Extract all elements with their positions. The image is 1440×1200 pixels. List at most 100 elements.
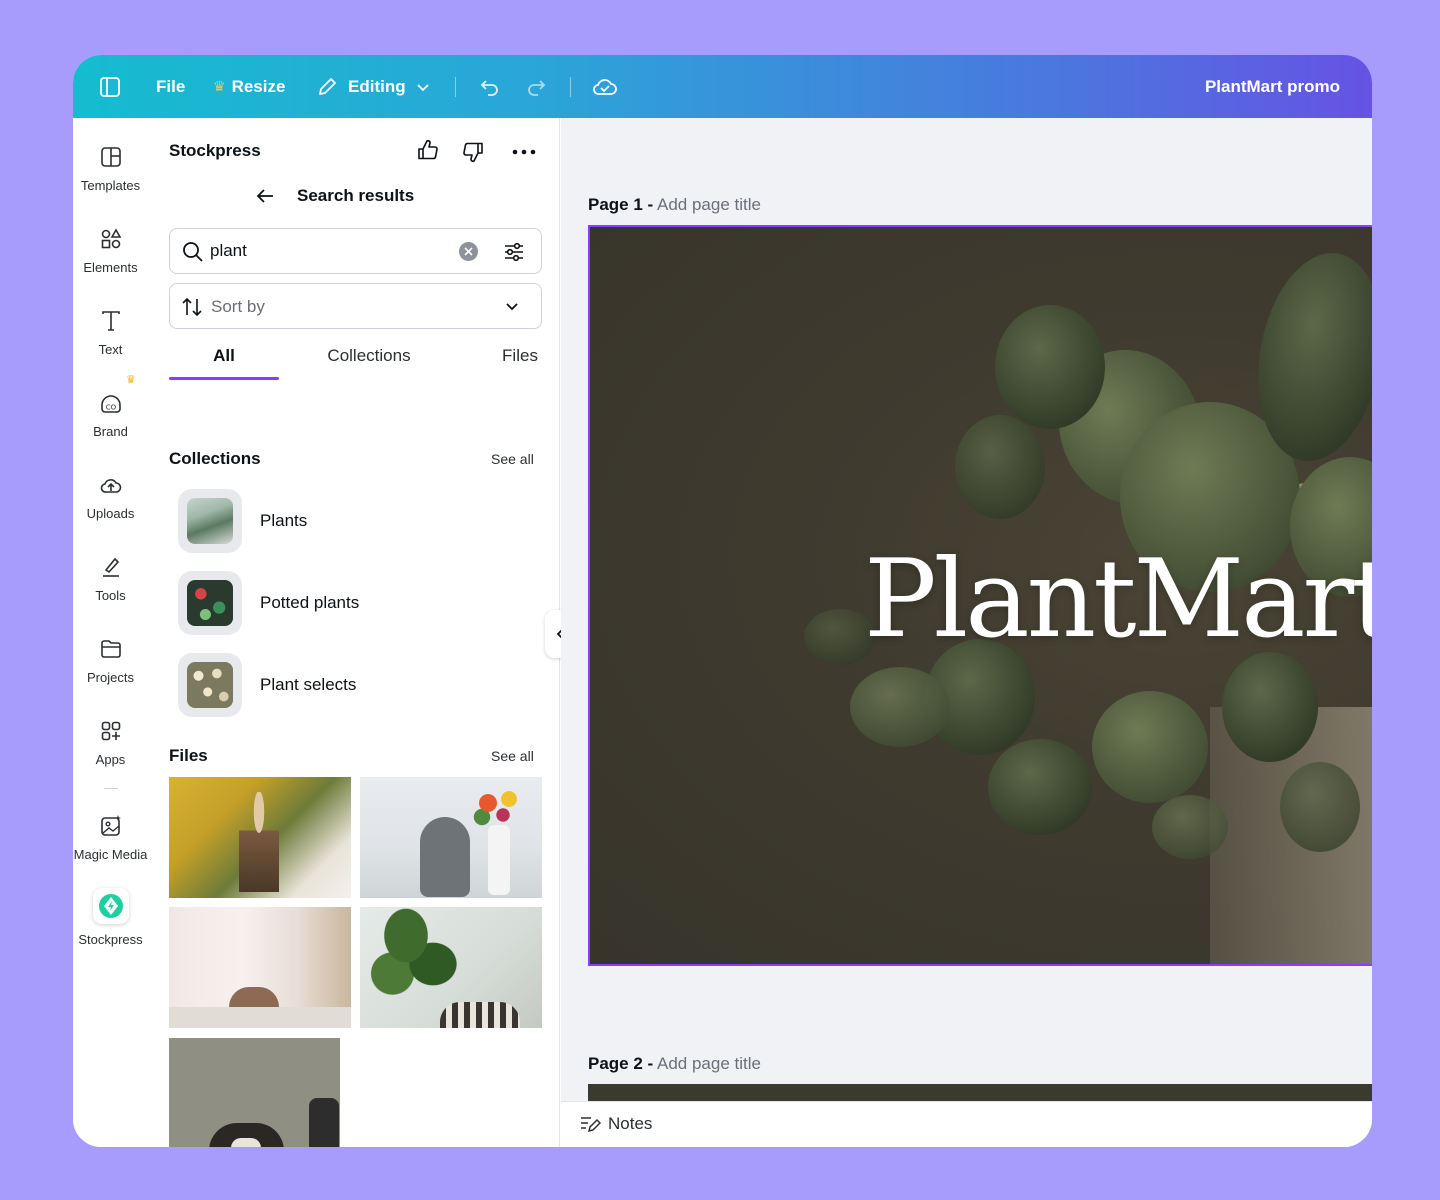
file-menu-label: File (156, 76, 186, 96)
app-window: File ♛ Resize Editing PlantMart promo Te… (73, 55, 1372, 1147)
collection-item[interactable]: Plants (178, 489, 538, 553)
divider (104, 788, 118, 789)
more-horizontal-icon (512, 149, 536, 155)
close-icon (464, 247, 473, 256)
sort-by-placeholder: Sort by (211, 297, 265, 316)
clear-search-button[interactable] (459, 242, 478, 261)
collection-thumbnail (178, 571, 242, 635)
tab-label: All (213, 346, 235, 365)
editing-label: Editing (348, 76, 406, 96)
filter-icon[interactable] (502, 240, 526, 264)
sort-by-dropdown[interactable]: Sort by (169, 283, 542, 329)
rail-item-label: Apps (95, 752, 126, 767)
collection-label: Plants (260, 511, 308, 530)
rail-item-label: Projects (87, 670, 134, 685)
tab-label: Collections (327, 346, 411, 365)
tab-all[interactable]: All (169, 346, 279, 366)
collections-see-all-link[interactable]: See all (491, 451, 534, 467)
side-rail: Templates Elements Text ♛ CO Brand Uploa… (73, 118, 148, 1147)
chevron-down-icon (506, 303, 518, 311)
undo-icon (480, 79, 498, 96)
file-thumbnail[interactable] (169, 777, 351, 898)
collection-item[interactable]: Potted plants (178, 571, 538, 635)
page-1-canvas[interactable]: PlantMart (588, 225, 1372, 966)
tab-files[interactable]: Files (480, 346, 560, 366)
stockpress-panel: Stockpress Search results plant Sort by (148, 118, 560, 1147)
canvas-area: Page 1 - Add page title PlantMart Page 2… (561, 118, 1372, 1147)
page-2-canvas[interactable] (588, 1084, 1372, 1101)
file-thumbnail[interactable] (169, 1038, 340, 1147)
back-button[interactable] (254, 185, 276, 212)
notes-button[interactable]: Notes (579, 1114, 652, 1134)
pencil-icon (319, 77, 336, 95)
search-icon (183, 242, 203, 262)
text-icon (101, 311, 120, 331)
redo-button[interactable] (526, 55, 548, 118)
crown-icon: ♛ (126, 374, 136, 386)
rail-item-label: Templates (80, 178, 141, 193)
notes-bar: Notes (561, 1101, 1372, 1147)
page-2-title[interactable]: Page 2 - Add page title (588, 1054, 761, 1074)
file-thumbnail[interactable] (360, 907, 542, 1028)
page-1-title[interactable]: Page 1 - Add page title (588, 195, 761, 215)
rail-item-magic-media[interactable]: Magic Media (73, 814, 148, 862)
page-title-placeholder[interactable]: Add page title (657, 1054, 761, 1073)
rail-item-apps[interactable]: Apps (73, 719, 148, 767)
rail-item-label: Elements (83, 260, 138, 275)
toggle-sidebar-button[interactable] (99, 55, 121, 118)
page-title-placeholder[interactable]: Add page title (657, 195, 761, 214)
canvas-heading-text[interactable]: PlantMart (864, 537, 1372, 662)
rail-item-label: Magic Media (73, 847, 148, 862)
magic-media-icon (100, 815, 121, 836)
tab-collections[interactable]: Collections (309, 346, 429, 366)
rail-item-templates[interactable]: Templates (73, 145, 148, 193)
rail-item-brand[interactable]: CO Brand (73, 391, 148, 439)
files-see-all-link[interactable]: See all (491, 748, 534, 764)
undo-button[interactable] (478, 55, 500, 118)
document-title[interactable]: PlantMart promo (1205, 55, 1340, 118)
rail-item-elements[interactable]: Elements (73, 227, 148, 275)
collections-heading: Collections (169, 449, 261, 468)
active-tab-indicator (169, 377, 279, 380)
file-thumbnail[interactable] (360, 777, 542, 898)
page-label: Page 2 - (588, 1054, 654, 1073)
page-label: Page 1 - (588, 195, 654, 214)
cloud-check-icon (593, 78, 617, 95)
rail-item-tools[interactable]: Tools (73, 555, 148, 603)
sort-icon (182, 297, 202, 317)
arrow-left-icon (256, 189, 273, 203)
resize-button[interactable]: ♛ Resize (213, 55, 285, 118)
collection-item[interactable]: Plant selects (178, 653, 538, 717)
save-status-button[interactable] (592, 55, 618, 118)
rail-item-text[interactable]: Text (73, 309, 148, 357)
search-field[interactable]: plant (169, 228, 542, 274)
panel-app-title: Stockpress (169, 141, 261, 160)
rail-item-projects[interactable]: Projects (73, 637, 148, 685)
file-menu-button[interactable]: File (156, 55, 185, 118)
rail-item-label: Uploads (86, 506, 135, 521)
stockpress-icon (92, 888, 129, 924)
tab-label: Files (502, 346, 538, 365)
notes-icon (581, 1117, 601, 1133)
rail-item-label: Text (98, 342, 123, 357)
crown-icon: ♛ (213, 78, 226, 94)
file-thumbnail[interactable] (169, 907, 351, 1028)
thumbs-up-icon (418, 139, 438, 160)
thumbs-down-icon (463, 142, 483, 163)
elements-icon (101, 228, 121, 249)
thumbs-up-button[interactable] (416, 138, 440, 167)
templates-icon (100, 147, 121, 167)
search-input-value[interactable]: plant (210, 241, 247, 261)
rail-item-stockpress[interactable]: Stockpress (73, 888, 148, 947)
sidebar-toggle-icon (100, 76, 120, 97)
more-options-button[interactable] (511, 140, 537, 169)
divider (570, 77, 571, 97)
folder-icon (100, 640, 121, 658)
brand-icon: CO (100, 395, 121, 413)
rail-item-label: Stockpress (78, 932, 143, 947)
editing-mode-dropdown[interactable]: Editing (316, 55, 430, 118)
document-title-text: PlantMart promo (1204, 76, 1340, 96)
notes-label: Notes (608, 1114, 653, 1133)
thumbs-down-button[interactable] (461, 140, 485, 169)
rail-item-uploads[interactable]: Uploads (73, 473, 148, 521)
